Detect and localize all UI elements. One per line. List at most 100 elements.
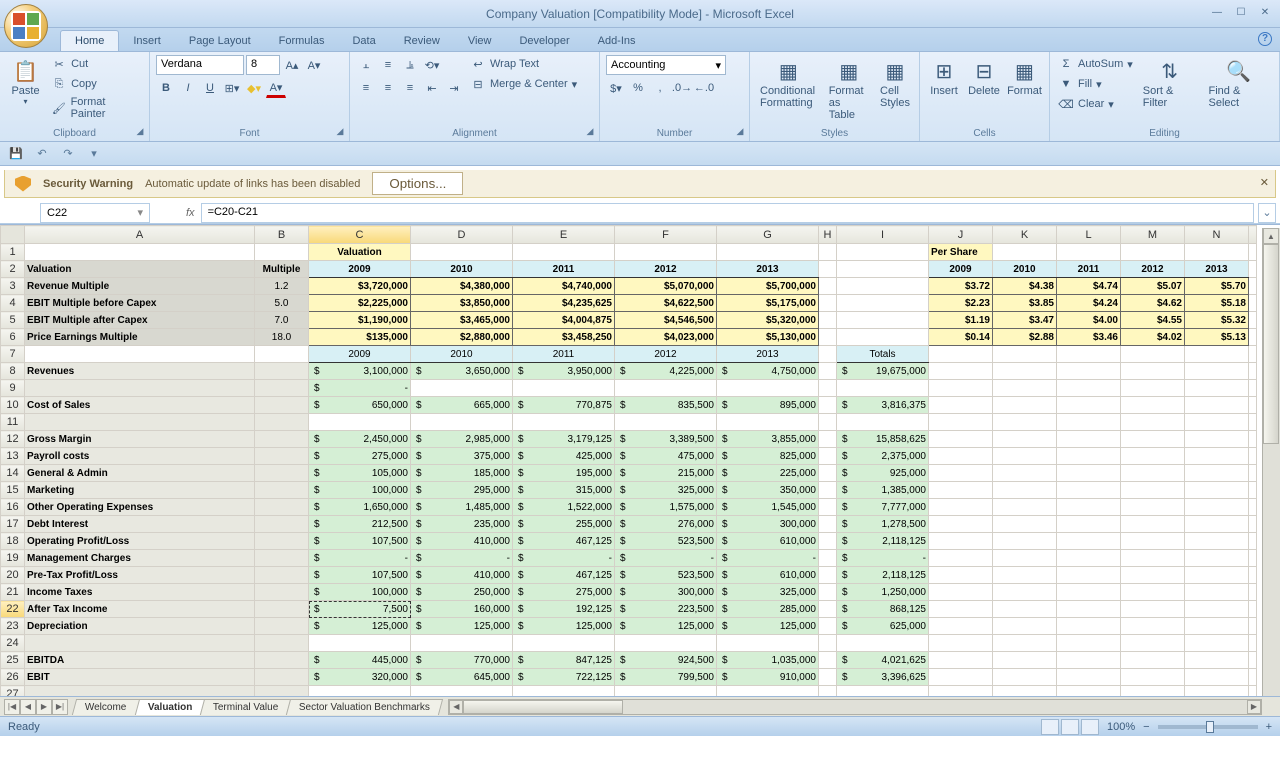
- cell[interactable]: [1249, 278, 1257, 295]
- cell[interactable]: $2,225,000: [309, 295, 411, 312]
- bold-button[interactable]: B: [156, 78, 176, 98]
- cell[interactable]: $4.74: [1057, 278, 1121, 295]
- cell[interactable]: $2,985,000: [411, 431, 513, 448]
- cell[interactable]: $2,118,125: [837, 567, 929, 584]
- cell[interactable]: $195,000: [513, 465, 615, 482]
- cell[interactable]: [929, 465, 993, 482]
- cell[interactable]: $-: [411, 550, 513, 567]
- cell[interactable]: Operating Profit/Loss: [25, 533, 255, 550]
- cell[interactable]: [1249, 618, 1257, 635]
- cell[interactable]: $467,125: [513, 533, 615, 550]
- cell[interactable]: [1121, 635, 1185, 652]
- fx-icon[interactable]: fx: [186, 207, 195, 219]
- cell[interactable]: [1121, 601, 1185, 618]
- cell[interactable]: [929, 635, 993, 652]
- cell[interactable]: [255, 414, 309, 431]
- cell[interactable]: [1057, 584, 1121, 601]
- col-header[interactable]: I: [837, 226, 929, 244]
- scroll-up-button[interactable]: ▲: [1263, 228, 1279, 244]
- zoom-level[interactable]: 100%: [1107, 721, 1135, 733]
- cell[interactable]: $722,125: [513, 669, 615, 686]
- cell[interactable]: 1.2: [255, 278, 309, 295]
- cell[interactable]: [411, 414, 513, 431]
- row-header[interactable]: 25: [1, 652, 25, 669]
- cell[interactable]: $4,380,000: [411, 278, 513, 295]
- cell[interactable]: [411, 635, 513, 652]
- cell[interactable]: [1249, 652, 1257, 669]
- cell[interactable]: [1057, 567, 1121, 584]
- cell[interactable]: $2,450,000: [309, 431, 411, 448]
- cell[interactable]: [993, 499, 1057, 516]
- cell[interactable]: $-: [837, 550, 929, 567]
- shrink-font-button[interactable]: A▾: [304, 55, 324, 75]
- cell[interactable]: [837, 414, 929, 431]
- cell[interactable]: [929, 652, 993, 669]
- delete-cells-button[interactable]: ⊟Delete: [966, 55, 1002, 99]
- cell[interactable]: [1185, 567, 1249, 584]
- font-size-select[interactable]: 8: [246, 55, 280, 75]
- cell[interactable]: 2012: [615, 261, 717, 278]
- tab-nav-first[interactable]: |◀: [4, 699, 20, 715]
- cell[interactable]: [993, 448, 1057, 465]
- cell[interactable]: $665,000: [411, 397, 513, 414]
- cell[interactable]: [1185, 533, 1249, 550]
- cell[interactable]: [1185, 465, 1249, 482]
- cell[interactable]: [513, 635, 615, 652]
- paste-button[interactable]: 📋Paste▾: [6, 55, 45, 108]
- cell[interactable]: $4,235,625: [513, 295, 615, 312]
- cell[interactable]: [411, 686, 513, 697]
- cell[interactable]: [1121, 652, 1185, 669]
- italic-button[interactable]: I: [178, 78, 198, 98]
- col-header[interactable]: F: [615, 226, 717, 244]
- cell[interactable]: [255, 397, 309, 414]
- cell[interactable]: Totals: [837, 346, 929, 363]
- cell[interactable]: [819, 465, 837, 482]
- cell[interactable]: $1.19: [929, 312, 993, 329]
- row-header[interactable]: 23: [1, 618, 25, 635]
- cell[interactable]: EBIT Multiple after Capex: [25, 312, 255, 329]
- cell[interactable]: $19,675,000: [837, 363, 929, 380]
- row-header[interactable]: 11: [1, 414, 25, 431]
- cell[interactable]: [513, 414, 615, 431]
- align-center-button[interactable]: ≡: [378, 78, 398, 98]
- tab-review[interactable]: Review: [390, 31, 454, 51]
- page-layout-view-button[interactable]: [1061, 719, 1079, 735]
- cell[interactable]: $4,622,500: [615, 295, 717, 312]
- cell[interactable]: $350,000: [717, 482, 819, 499]
- row-header[interactable]: 12: [1, 431, 25, 448]
- cell[interactable]: $4,023,000: [615, 329, 717, 346]
- cell[interactable]: $467,125: [513, 567, 615, 584]
- row-header[interactable]: 26: [1, 669, 25, 686]
- zoom-slider[interactable]: [1158, 725, 1258, 729]
- cell[interactable]: [819, 516, 837, 533]
- border-button[interactable]: ⊞▾: [222, 78, 242, 98]
- tab-developer[interactable]: Developer: [505, 31, 583, 51]
- cell[interactable]: Valuation: [25, 261, 255, 278]
- cell[interactable]: 18.0: [255, 329, 309, 346]
- col-header[interactable]: G: [717, 226, 819, 244]
- minimize-button[interactable]: —: [1206, 4, 1228, 20]
- cell[interactable]: [615, 686, 717, 697]
- cell[interactable]: $15,858,625: [837, 431, 929, 448]
- cell[interactable]: Valuation: [309, 244, 411, 261]
- cell[interactable]: $1,250,000: [837, 584, 929, 601]
- tab-insert[interactable]: Insert: [119, 31, 175, 51]
- cell[interactable]: [1249, 329, 1257, 346]
- cell[interactable]: [1249, 312, 1257, 329]
- cell[interactable]: [25, 686, 255, 697]
- help-icon[interactable]: ?: [1258, 32, 1272, 46]
- cut-button[interactable]: ✂Cut: [49, 55, 143, 73]
- cell[interactable]: $100,000: [309, 482, 411, 499]
- cell[interactable]: [929, 363, 993, 380]
- fill-button[interactable]: ▼Fill ▾: [1056, 75, 1135, 93]
- cell[interactable]: [1121, 584, 1185, 601]
- cell[interactable]: [1185, 380, 1249, 397]
- cell[interactable]: [819, 329, 837, 346]
- cell[interactable]: [1121, 431, 1185, 448]
- cell[interactable]: 2009: [309, 261, 411, 278]
- cell[interactable]: [1121, 482, 1185, 499]
- number-launcher[interactable]: ◢: [734, 126, 746, 138]
- row-header[interactable]: 9: [1, 380, 25, 397]
- close-button[interactable]: ✕: [1254, 4, 1276, 20]
- cell[interactable]: $275,000: [513, 584, 615, 601]
